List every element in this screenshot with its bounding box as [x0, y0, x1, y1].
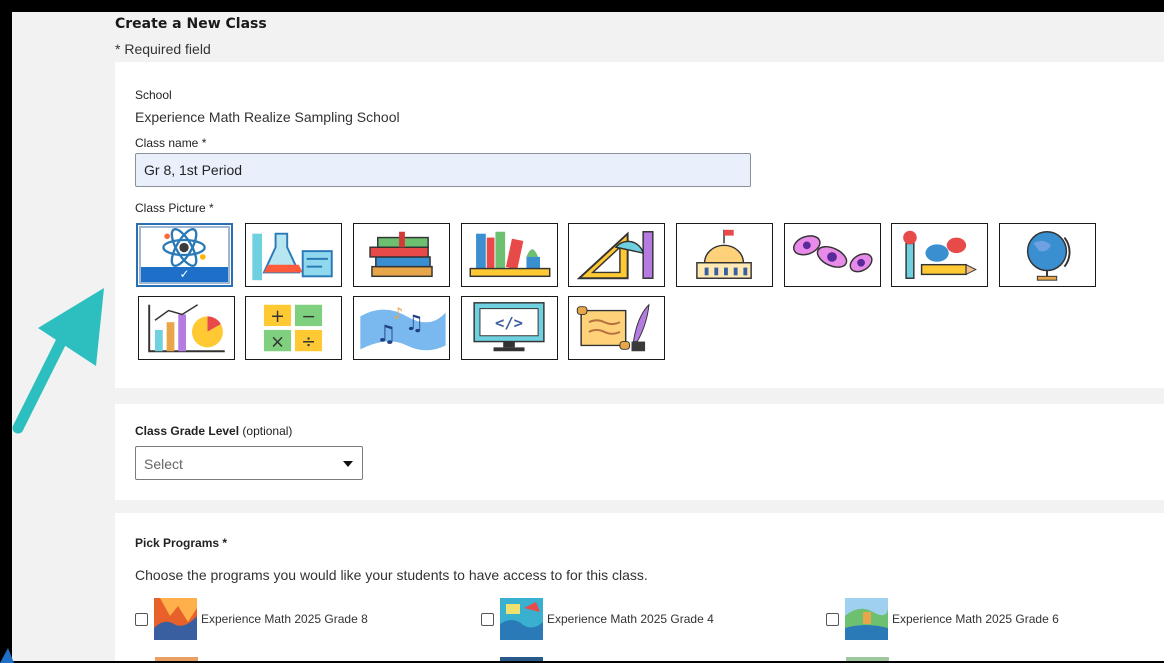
class-info-card: School Experience Math Realize Sampling … — [115, 62, 1164, 388]
bookshelf-icon — [469, 231, 551, 278]
class-picture-geometry[interactable] — [568, 223, 665, 287]
class-picture-label: Class Picture * — [135, 201, 214, 215]
svg-text:♪: ♪ — [393, 304, 403, 322]
class-picture-coding[interactable]: </> — [461, 296, 558, 360]
svg-text:♫: ♫ — [376, 321, 397, 348]
app-screen: Create a New Class * Required field Scho… — [12, 12, 1164, 661]
program-name: Experience Math 2025 Grade 8 — [201, 612, 368, 626]
book-stack-icon — [369, 231, 433, 278]
bar-chart-icon — [148, 304, 225, 353]
page-title: Create a New Class — [115, 16, 267, 32]
bacteria-icon — [793, 235, 873, 273]
grade-level-card: Class Grade Level (optional) Select — [115, 404, 1164, 500]
class-picture-music[interactable]: ♫ ♫ ♪ — [353, 296, 450, 360]
school-label: School — [135, 88, 172, 102]
music-notes-icon: ♫ ♫ ♪ — [360, 304, 446, 351]
geometry-tools-icon — [576, 231, 654, 280]
program-thumbnail-icon — [155, 657, 198, 661]
class-picture-scroll[interactable] — [568, 296, 665, 360]
scroll-quill-icon — [576, 303, 650, 352]
program-thumbnail-icon — [154, 598, 197, 640]
program-thumbnail-icon — [845, 598, 888, 640]
grade-level-optional: (optional) — [239, 424, 293, 438]
svg-text:♫: ♫ — [405, 311, 424, 336]
art-supplies-icon — [903, 230, 977, 279]
svg-text:×: × — [270, 332, 285, 352]
program-name: Experience Math 2025 Grade 4 — [547, 612, 714, 626]
corner-marker-icon — [0, 648, 14, 663]
class-picture-bacteria[interactable] — [784, 223, 881, 287]
class-picture-math[interactable]: + − × ÷ — [245, 296, 342, 360]
class-picture-books[interactable] — [353, 223, 450, 287]
class-picture-lab[interactable] — [245, 223, 342, 287]
program-item: Experience Math 2025 Grade 4 — [481, 598, 801, 640]
class-picture-chart[interactable] — [138, 296, 235, 360]
svg-text:+: + — [270, 307, 285, 327]
program-thumbnail-icon — [846, 657, 889, 661]
class-name-input[interactable] — [135, 153, 751, 187]
class-picture-globe[interactable] — [999, 223, 1096, 287]
pointer-arrow-icon — [12, 288, 104, 434]
class-picture-bookshelf[interactable] — [461, 223, 558, 287]
required-field-note: * Required field — [115, 41, 211, 57]
program-checkbox[interactable] — [481, 613, 494, 626]
svg-text:÷: ÷ — [301, 332, 316, 352]
class-picture-atom[interactable]: ✓ — [136, 223, 233, 287]
code-monitor-icon: </> — [473, 302, 545, 352]
class-picture-capitol[interactable] — [676, 223, 773, 287]
grade-level-select[interactable]: Select — [135, 446, 363, 480]
selected-checkmark: ✓ — [141, 267, 228, 282]
svg-text:</>: </> — [495, 314, 523, 332]
globe-icon — [1026, 231, 1071, 281]
school-value: Experience Math Realize Sampling School — [135, 109, 400, 125]
grade-level-select-value: Select — [144, 456, 183, 472]
grade-level-title: Class Grade Level — [135, 424, 240, 438]
program-item: Experience Math 2025 Grade 6 — [826, 598, 1146, 640]
programs-card: Pick Programs * Choose the programs you … — [115, 513, 1164, 661]
svg-text:−: − — [301, 307, 316, 327]
programs-description: Choose the programs you would like your … — [135, 567, 648, 583]
grade-level-label: Class Grade Level (optional) — [135, 424, 292, 438]
lab-flask-icon — [252, 232, 333, 281]
caret-down-icon — [343, 461, 353, 467]
class-name-label: Class name * — [135, 136, 207, 150]
program-name: Experience Math 2025 Grade 6 — [892, 612, 1059, 626]
math-operations-icon: + − × ÷ — [263, 304, 323, 352]
program-checkbox[interactable] — [826, 613, 839, 626]
class-picture-art[interactable] — [891, 223, 988, 287]
program-thumbnail-icon — [500, 598, 543, 640]
programs-label: Pick Programs * — [135, 536, 228, 550]
program-checkbox[interactable] — [135, 613, 148, 626]
program-thumbnail-icon — [500, 657, 543, 661]
capitol-building-icon — [696, 229, 752, 279]
program-item: Experience Math 2025 Grade 8 — [135, 598, 455, 640]
